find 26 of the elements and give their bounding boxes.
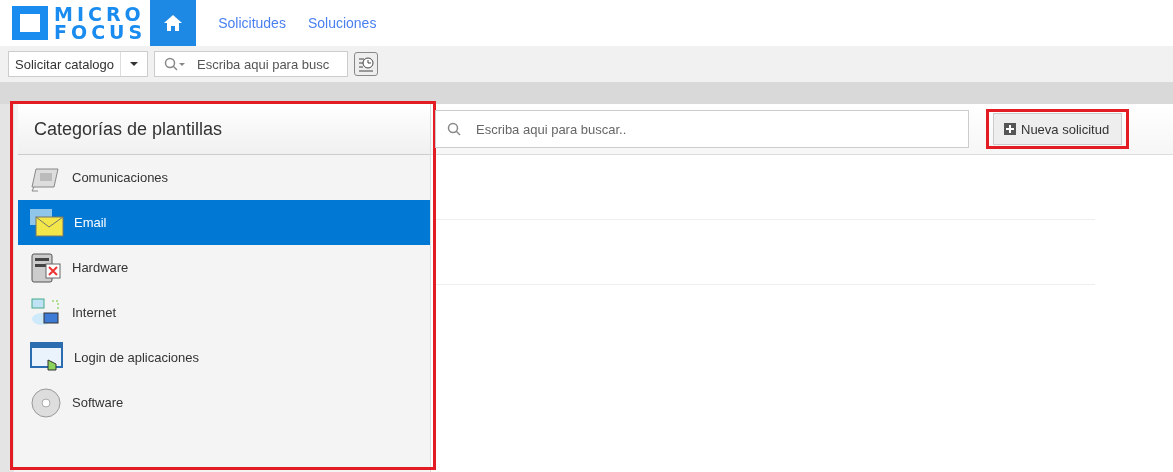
logo-text: MICRO FOCUS xyxy=(54,5,147,41)
new-request-button[interactable]: Nueva solicitud xyxy=(993,113,1123,145)
envelope-icon xyxy=(30,208,64,237)
logo-icon xyxy=(12,6,48,40)
browser-icon xyxy=(30,341,64,374)
category-item[interactable]: Email xyxy=(18,200,430,245)
disc-icon xyxy=(30,386,62,419)
nav-link[interactable]: Solicitudes xyxy=(218,15,286,31)
plus-icon xyxy=(1004,123,1016,135)
home-icon xyxy=(164,15,183,31)
category-item[interactable]: Comunicaciones xyxy=(18,155,430,200)
history-button[interactable] xyxy=(354,52,378,76)
clock-list-icon xyxy=(357,55,375,73)
category-item[interactable]: Software xyxy=(18,380,430,425)
server-icon xyxy=(30,251,62,284)
category-item[interactable]: Internet xyxy=(18,290,430,335)
search-field[interactable]: Escriba aqui para busc xyxy=(154,51,348,77)
search-field[interactable]: Escriba aqui para buscar.. xyxy=(435,110,969,148)
panel-title: Categorías de plantillas xyxy=(18,104,430,155)
home-button[interactable] xyxy=(150,0,197,46)
caret-icon xyxy=(130,62,138,66)
search-icon xyxy=(164,57,186,71)
category-item[interactable]: Hardware xyxy=(18,245,430,290)
search-icon xyxy=(447,122,461,136)
category-item[interactable]: Login de aplicaciones xyxy=(18,335,430,380)
nav-link[interactable]: Soluciones xyxy=(307,15,377,31)
